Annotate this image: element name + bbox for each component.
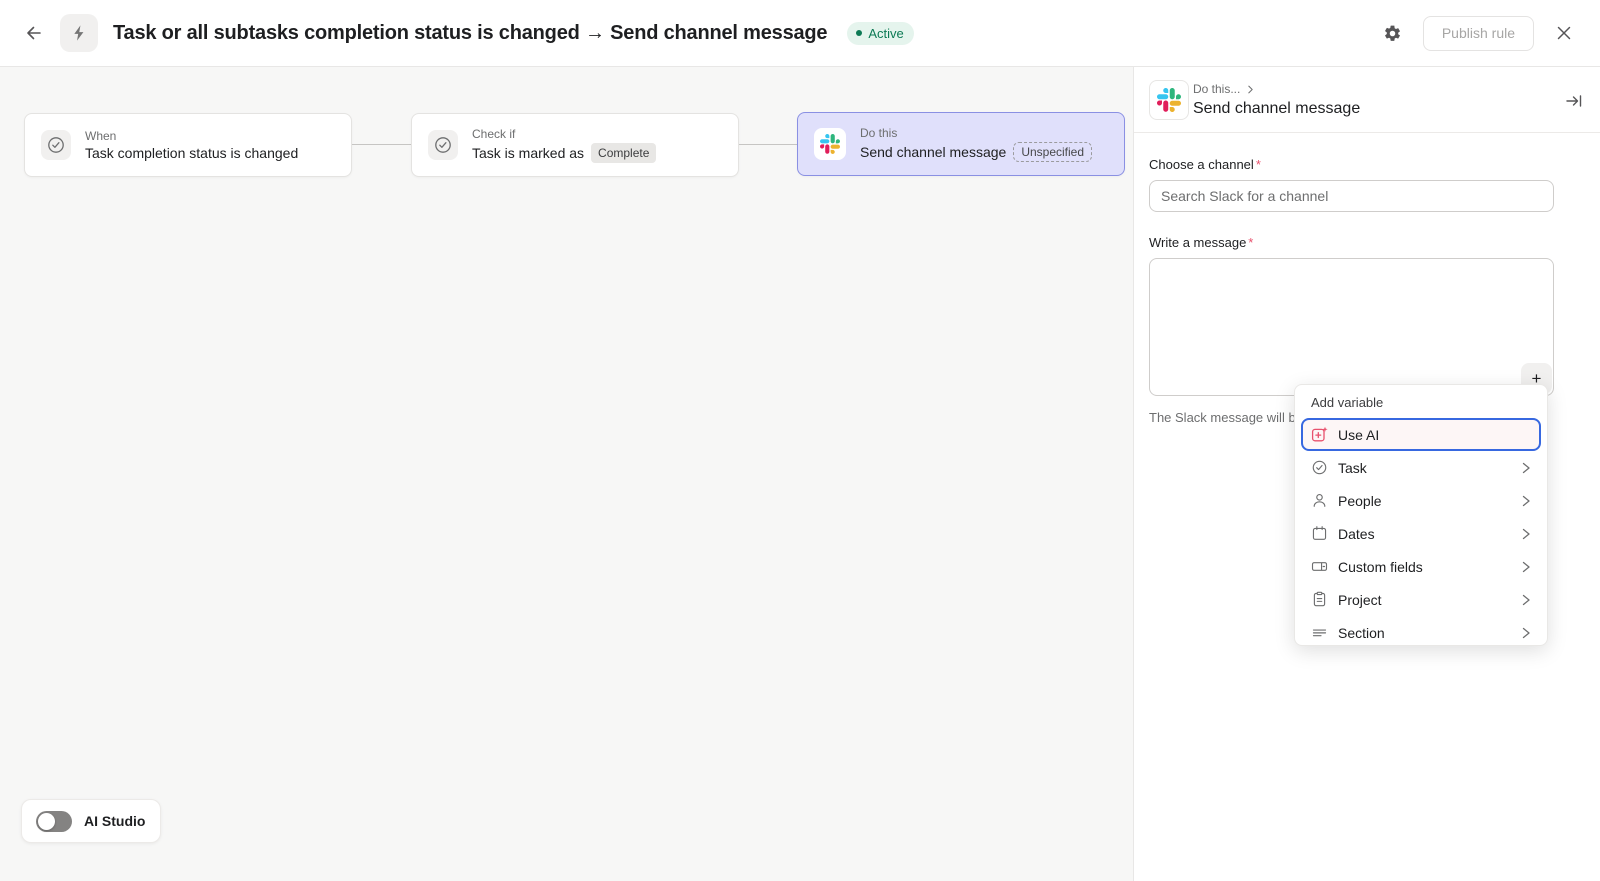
dropdown-item-label: Project — [1338, 592, 1382, 608]
ai-studio-card: AI Studio — [21, 799, 161, 843]
section-icon — [1311, 624, 1328, 641]
chevron-right-icon — [1521, 462, 1531, 474]
arrow-left-icon — [24, 23, 44, 43]
condition-value-chip[interactable]: Complete — [591, 143, 656, 163]
panel-title: Send channel message — [1193, 100, 1360, 118]
dropdown-item-label: Dates — [1338, 526, 1375, 542]
status-badge: Active — [847, 22, 913, 45]
connector-line — [352, 144, 411, 145]
dropdown-item-people[interactable]: People — [1301, 484, 1541, 517]
dropdown-item-label: Task — [1338, 460, 1367, 476]
people-icon — [1311, 492, 1328, 509]
dates-icon — [1311, 525, 1328, 542]
chevron-right-icon — [1521, 528, 1531, 540]
required-asterisk: * — [1256, 157, 1261, 172]
channel-field-label: Choose a channel* — [1149, 157, 1553, 172]
trigger-card-when[interactable]: When Task completion status is changed — [24, 113, 352, 177]
check-circle-iconbox — [41, 130, 71, 160]
toggle-knob — [38, 813, 55, 830]
close-button[interactable] — [1550, 19, 1578, 47]
message-field-label: Write a message* — [1149, 235, 1553, 250]
unspecified-chip[interactable]: Unspecified — [1013, 142, 1092, 162]
slack-icon — [1157, 88, 1181, 112]
slack-iconbox — [814, 128, 846, 160]
check-circle-iconbox — [428, 130, 458, 160]
card-kind-label: Check if — [472, 127, 656, 141]
collapse-right-icon — [1565, 93, 1583, 109]
action-card-do-this[interactable]: Do this Send channel message Unspecified — [797, 112, 1125, 176]
settings-button[interactable] — [1379, 19, 1407, 47]
rule-title: Task or all subtasks completion status i… — [113, 22, 827, 45]
dropdown-header: Add variable — [1301, 395, 1541, 418]
dropdown-item-dates[interactable]: Dates — [1301, 517, 1541, 550]
dropdown-item-label: Use AI — [1338, 427, 1379, 443]
lightning-bolt-icon — [70, 24, 88, 42]
custom-fields-icon — [1311, 558, 1328, 575]
collapse-panel-button[interactable] — [1563, 90, 1585, 112]
rule-builder-window: Task or all subtasks completion status i… — [0, 0, 1600, 881]
slack-icon — [820, 134, 840, 154]
gear-icon — [1383, 24, 1402, 43]
slack-app-iconbox — [1149, 80, 1189, 120]
status-badge-label: Active — [868, 26, 903, 41]
chevron-right-icon — [1521, 561, 1531, 573]
ai-studio-toggle[interactable] — [36, 811, 72, 832]
task-icon — [1311, 459, 1328, 476]
publish-rule-button[interactable]: Publish rule — [1423, 16, 1534, 51]
chevron-right-icon — [1521, 495, 1531, 507]
status-dot-icon — [856, 30, 862, 36]
dropdown-item-label: Section — [1338, 625, 1385, 641]
channel-search-input[interactable] — [1149, 180, 1554, 212]
project-icon — [1311, 591, 1328, 608]
topbar: Task or all subtasks completion status i… — [0, 0, 1600, 67]
add-variable-dropdown: Add variable Use AI Task People — [1294, 384, 1548, 646]
publish-rule-label: Publish rule — [1442, 25, 1515, 41]
card-kind-label: Do this — [860, 126, 1092, 140]
chevron-right-icon — [1521, 594, 1531, 606]
panel-header: Do this... Send channel message — [1134, 67, 1600, 133]
close-icon — [1556, 25, 1572, 41]
check-circle-icon — [433, 135, 453, 155]
back-button[interactable] — [16, 15, 52, 51]
dropdown-item-task[interactable]: Task — [1301, 451, 1541, 484]
chevron-right-icon — [1521, 627, 1531, 639]
card-text: Task completion status is changed — [85, 145, 298, 161]
rule-canvas: When Task completion status is changed C… — [0, 67, 1133, 881]
connector-line — [739, 144, 797, 145]
dropdown-item-section[interactable]: Section — [1301, 616, 1541, 649]
message-textarea[interactable] — [1149, 258, 1554, 396]
use-ai-icon — [1311, 426, 1328, 443]
ai-studio-label: AI Studio — [84, 813, 145, 829]
card-text: Send channel message — [860, 144, 1006, 160]
dropdown-item-use-ai[interactable]: Use AI — [1301, 418, 1541, 451]
dropdown-item-label: People — [1338, 493, 1382, 509]
required-asterisk: * — [1248, 235, 1253, 250]
dropdown-item-project[interactable]: Project — [1301, 583, 1541, 616]
rule-lightning-button[interactable] — [60, 14, 98, 52]
card-kind-label: When — [85, 129, 298, 143]
chevron-right-icon — [1246, 85, 1255, 94]
dropdown-item-label: Custom fields — [1338, 559, 1423, 575]
check-circle-icon — [46, 135, 66, 155]
card-text: Task is marked as — [472, 145, 584, 161]
breadcrumb[interactable]: Do this... — [1193, 82, 1255, 96]
condition-card-check-if[interactable]: Check if Task is marked as Complete — [411, 113, 739, 177]
dropdown-item-custom-fields[interactable]: Custom fields — [1301, 550, 1541, 583]
breadcrumb-label: Do this... — [1193, 82, 1240, 96]
